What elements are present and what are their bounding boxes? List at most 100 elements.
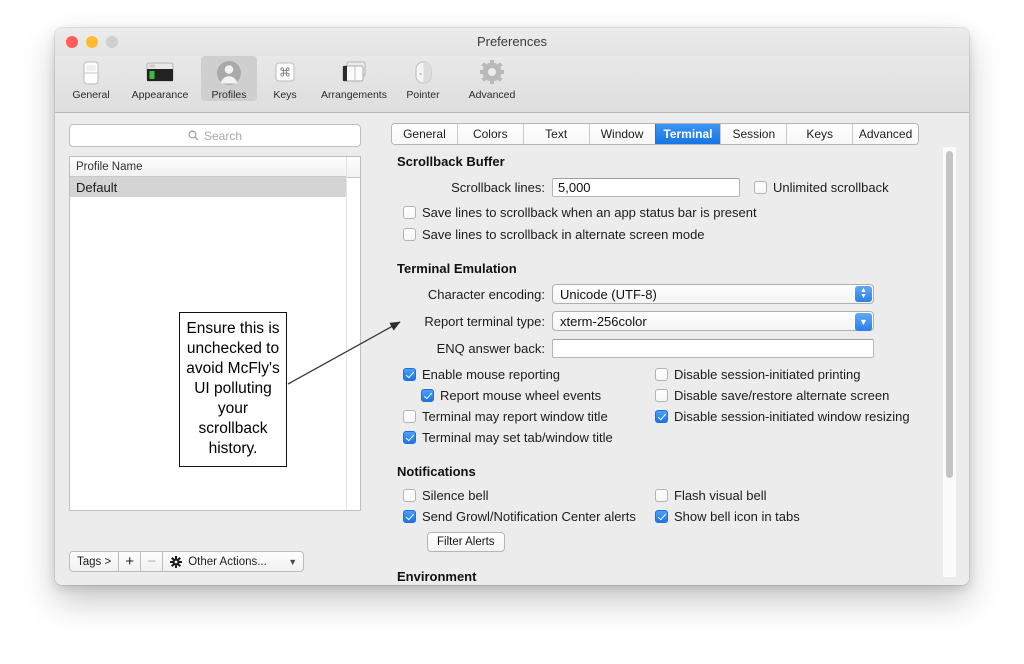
window-title: Preferences (476, 34, 548, 49)
show-bell-icon-row[interactable]: Show bell icon in tabs (655, 507, 800, 526)
disable-printing-row[interactable]: Disable session-initiated printing (655, 365, 910, 384)
tab-terminal[interactable]: Terminal (654, 124, 721, 144)
search-input[interactable]: Search (69, 124, 361, 147)
tab-colors[interactable]: Colors (456, 124, 523, 144)
toolbar-label: Advanced (468, 89, 516, 101)
gear-icon (170, 555, 183, 568)
section-title-emulation: Terminal Emulation (397, 261, 517, 276)
profiles-column-header[interactable]: Profile Name (70, 157, 360, 177)
toolbar-item-keys[interactable]: ⌘ Keys (257, 56, 313, 101)
enq-answer-back-label: ENQ answer back: (436, 340, 545, 356)
column-header-label: Profile Name (76, 160, 143, 173)
filter-alerts-button[interactable]: Filter Alerts (427, 532, 505, 552)
section-title-notifications: Notifications (397, 464, 476, 479)
enq-answer-back-row: ENQ answer back: (397, 337, 969, 359)
unlimited-scrollback-label: Unlimited scrollback (773, 179, 889, 195)
toolbar-label: Keys (273, 89, 297, 101)
save-status-bar-checkbox[interactable] (403, 206, 416, 219)
toolbar-label: General (72, 89, 110, 101)
toolbar-item-appearance[interactable]: Appearance (119, 56, 201, 101)
notifications-checkbox-columns: Silence bell Send Growl/Notification Cen… (397, 486, 969, 526)
report-terminal-type-value: xterm-256color (560, 313, 647, 329)
general-icon (78, 58, 104, 88)
settings-scrollbar[interactable] (942, 147, 956, 577)
unlimited-scrollback-checkbox[interactable] (754, 180, 767, 194)
enq-answer-back-input[interactable] (552, 338, 874, 358)
add-profile-button[interactable]: + (118, 551, 142, 572)
scrollback-lines-row: Scrollback lines: 5,000 Unlimited scroll… (397, 176, 969, 198)
profile-name: Default (76, 179, 118, 195)
titlebar: Preferences (55, 28, 969, 56)
toolbar-label: Appearance (131, 89, 189, 101)
profiles-table-scrollbar[interactable] (346, 157, 360, 510)
chevron-updown-icon: ▲ ▼ (855, 286, 872, 302)
toolbar-item-arrangements[interactable]: Arrangements (313, 56, 395, 101)
report-mouse-wheel-row[interactable]: Report mouse wheel events (421, 386, 655, 405)
save-alternate-screen-checkbox[interactable] (403, 228, 416, 241)
send-growl-alerts-checkbox[interactable] (403, 510, 416, 523)
search-icon (188, 130, 199, 141)
keys-icon: ⌘ (272, 58, 298, 88)
disable-window-resizing-row[interactable]: Disable session-initiated window resizin… (655, 407, 910, 426)
notifications-right-column: Flash visual bell Show bell icon in tabs (655, 486, 800, 526)
toolbar-item-advanced[interactable]: Advanced (451, 56, 533, 101)
tab-general[interactable]: General (392, 124, 457, 144)
flash-visual-bell-checkbox[interactable] (655, 489, 668, 502)
search-placeholder: Search (203, 128, 243, 143)
toolbar-item-general[interactable]: General (63, 56, 119, 101)
report-mouse-wheel-checkbox[interactable] (421, 389, 434, 402)
character-encoding-select[interactable]: Unicode (UTF-8) ▲ ▼ (552, 284, 874, 304)
tab-keys[interactable]: Keys (786, 124, 853, 144)
report-terminal-type-label: Report terminal type: (424, 313, 545, 329)
silence-bell-checkbox[interactable] (403, 489, 416, 502)
flash-visual-bell-row[interactable]: Flash visual bell (655, 486, 800, 505)
other-actions-button[interactable]: Other Actions... ▼ (162, 551, 305, 572)
tags-button[interactable]: Tags > (69, 551, 120, 572)
toolbar-label: Pointer (406, 89, 440, 101)
tab-text[interactable]: Text (522, 124, 589, 144)
save-status-bar-row[interactable]: Save lines to scrollback when an app sta… (403, 203, 969, 222)
table-row[interactable]: Default (70, 177, 360, 197)
section-title-environment: Environment (397, 569, 477, 584)
annotation-callout: Ensure this is unchecked to avoid McFly'… (179, 312, 287, 467)
character-encoding-row: Character encoding: Unicode (UTF-8) ▲ ▼ (397, 283, 969, 305)
preferences-toolbar: General Appearance Profiles ⌘ Keys Arran… (55, 56, 969, 113)
terminal-may-report-title-checkbox[interactable] (403, 410, 416, 423)
terminal-may-set-title-checkbox[interactable] (403, 431, 416, 444)
window-body: Search Profile Name Default Ensure this … (55, 113, 969, 585)
disable-window-resizing-checkbox[interactable] (655, 410, 668, 423)
toolbar-item-profiles[interactable]: Profiles (201, 56, 257, 101)
notifications-left-column: Silence bell Send Growl/Notification Cen… (397, 486, 655, 526)
unlimited-scrollback-row[interactable]: Unlimited scrollback (754, 178, 889, 197)
character-encoding-label: Character encoding: (427, 286, 545, 302)
save-alternate-screen-row[interactable]: Save lines to scrollback in alternate sc… (403, 225, 969, 244)
pointer-icon (410, 58, 436, 88)
tab-advanced[interactable]: Advanced (852, 124, 918, 144)
svg-text:⌘: ⌘ (279, 66, 291, 80)
save-alternate-screen-label: Save lines to scrollback in alternate sc… (422, 227, 705, 242)
show-bell-icon-checkbox[interactable] (655, 510, 668, 523)
scrollback-lines-input[interactable]: 5,000 (552, 177, 740, 197)
scrollbar-thumb[interactable] (946, 151, 953, 478)
report-terminal-type-combobox[interactable]: xterm-256color ▼ (552, 311, 874, 331)
send-growl-alerts-row[interactable]: Send Growl/Notification Center alerts (403, 507, 655, 526)
tab-session[interactable]: Session (720, 124, 787, 144)
toolbar-label: Arrangements (321, 89, 387, 101)
preferences-window: Preferences General Appearance Profiles … (55, 28, 969, 585)
section-title-scrollback: Scrollback Buffer (397, 154, 505, 169)
enable-mouse-reporting-row[interactable]: Enable mouse reporting (403, 365, 655, 384)
profiles-icon (215, 58, 243, 88)
disable-save-restore-row[interactable]: Disable save/restore alternate screen (655, 386, 910, 405)
remove-profile-button: − (140, 551, 164, 572)
disable-save-restore-checkbox[interactable] (655, 389, 668, 402)
terminal-may-set-title-row[interactable]: Terminal may set tab/window title (403, 428, 655, 447)
terminal-may-report-title-row[interactable]: Terminal may report window title (403, 407, 655, 426)
character-encoding-value: Unicode (UTF-8) (560, 286, 657, 302)
disable-printing-checkbox[interactable] (655, 368, 668, 381)
toolbar-item-pointer[interactable]: Pointer (395, 56, 451, 101)
silence-bell-row[interactable]: Silence bell (403, 486, 655, 505)
appearance-icon (144, 58, 176, 88)
emulation-checkbox-columns: Enable mouse reporting Report mouse whee… (397, 365, 969, 447)
enable-mouse-reporting-checkbox[interactable] (403, 368, 416, 381)
tab-window[interactable]: Window (588, 124, 655, 144)
